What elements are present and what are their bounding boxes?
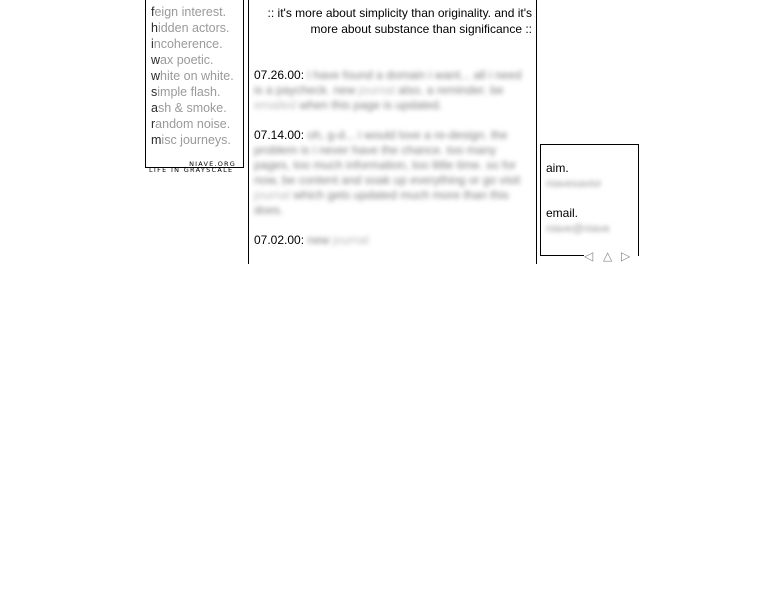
email-value[interactable]: niave@niave: [546, 223, 610, 236]
entry-text: also. a reminder. be: [398, 83, 504, 97]
journal-link[interactable]: journal: [254, 188, 290, 202]
nav-item-white-on-white[interactable]: white on white.: [151, 68, 243, 84]
journal-link[interactable]: journal: [333, 233, 369, 247]
news-entry: 07.14.00: oh, g-d... i would love a re-d…: [254, 128, 529, 218]
nav-item-initial: w: [151, 53, 161, 67]
nav-item-initial: m: [151, 133, 162, 147]
nav-item-initial: h: [151, 21, 158, 35]
next-arrow-icon[interactable]: ▷: [621, 250, 630, 263]
entry-text: when this page is updated.: [299, 98, 443, 112]
nav-item-label: hite on white.: [160, 69, 234, 83]
nav-item-simple-flash[interactable]: simple flash.: [151, 84, 243, 100]
nav-item-random-noise[interactable]: random noise.: [151, 116, 243, 132]
prev-arrow-icon[interactable]: ◁: [584, 250, 593, 263]
email-link[interactable]: emailed: [254, 98, 296, 112]
nav-list: feign interest. hidden actors. incoheren…: [146, 0, 243, 148]
entry-date: 07.02.00:: [254, 233, 305, 247]
news-entry: 07.02.00: new journal: [254, 233, 529, 248]
nav-item-label: imple flash.: [157, 85, 221, 99]
nav-item-label: ax poetic.: [160, 53, 214, 67]
aim-value[interactable]: niavesavior: [546, 178, 602, 191]
contact-box: aim. niavesavior email. niave@niave: [540, 144, 639, 256]
site-logo: NIAVE.ORG LIFE IN GRAYSCALE: [146, 161, 242, 175]
entry-date: 07.26.00:: [254, 68, 305, 82]
top-arrow-icon[interactable]: △: [603, 250, 612, 263]
email-label: email.: [546, 206, 579, 220]
main-column: :: it's more about simplicity than origi…: [248, 0, 537, 264]
entry-text: which gets updated much more than this d…: [254, 188, 509, 217]
aim-label: aim.: [546, 161, 569, 175]
nav-item-initial: w: [151, 69, 161, 83]
nav-item-wax-poetic[interactable]: wax poetic.: [151, 52, 243, 68]
nav-item-misc-journeys[interactable]: misc journeys.: [151, 132, 243, 148]
entry-date: 07.14.00:: [254, 128, 305, 142]
page-nav-arrows: ◁ △ ▷: [584, 250, 638, 263]
nav-item-label: sh & smoke.: [157, 101, 227, 115]
news-entry: 07.26.00: i have found a domain i want..…: [254, 68, 529, 113]
entry-text: new: [307, 233, 330, 247]
nav-box: feign interest. hidden actors. incoheren…: [145, 0, 244, 168]
nav-item-label: isc journeys.: [161, 133, 231, 147]
nav-item-label: idden actors.: [157, 21, 230, 35]
nav-item-incoherence[interactable]: incoherence.: [151, 36, 243, 52]
nav-item-ash-smoke[interactable]: ash & smoke.: [151, 100, 243, 116]
motto: :: it's more about simplicity than origi…: [267, 6, 532, 36]
journal-link[interactable]: journal: [359, 83, 395, 97]
nav-item-label: andom noise.: [155, 117, 231, 131]
nav-item-initial: a: [151, 101, 158, 115]
nav-item-label: ncoherence.: [153, 37, 223, 51]
nav-item-hidden-actors[interactable]: hidden actors.: [151, 20, 243, 36]
nav-item-label: eign interest.: [154, 5, 227, 19]
nav-item-feign-interest[interactable]: feign interest.: [151, 4, 243, 20]
site-tagline: LIFE IN GRAYSCALE: [149, 166, 234, 174]
